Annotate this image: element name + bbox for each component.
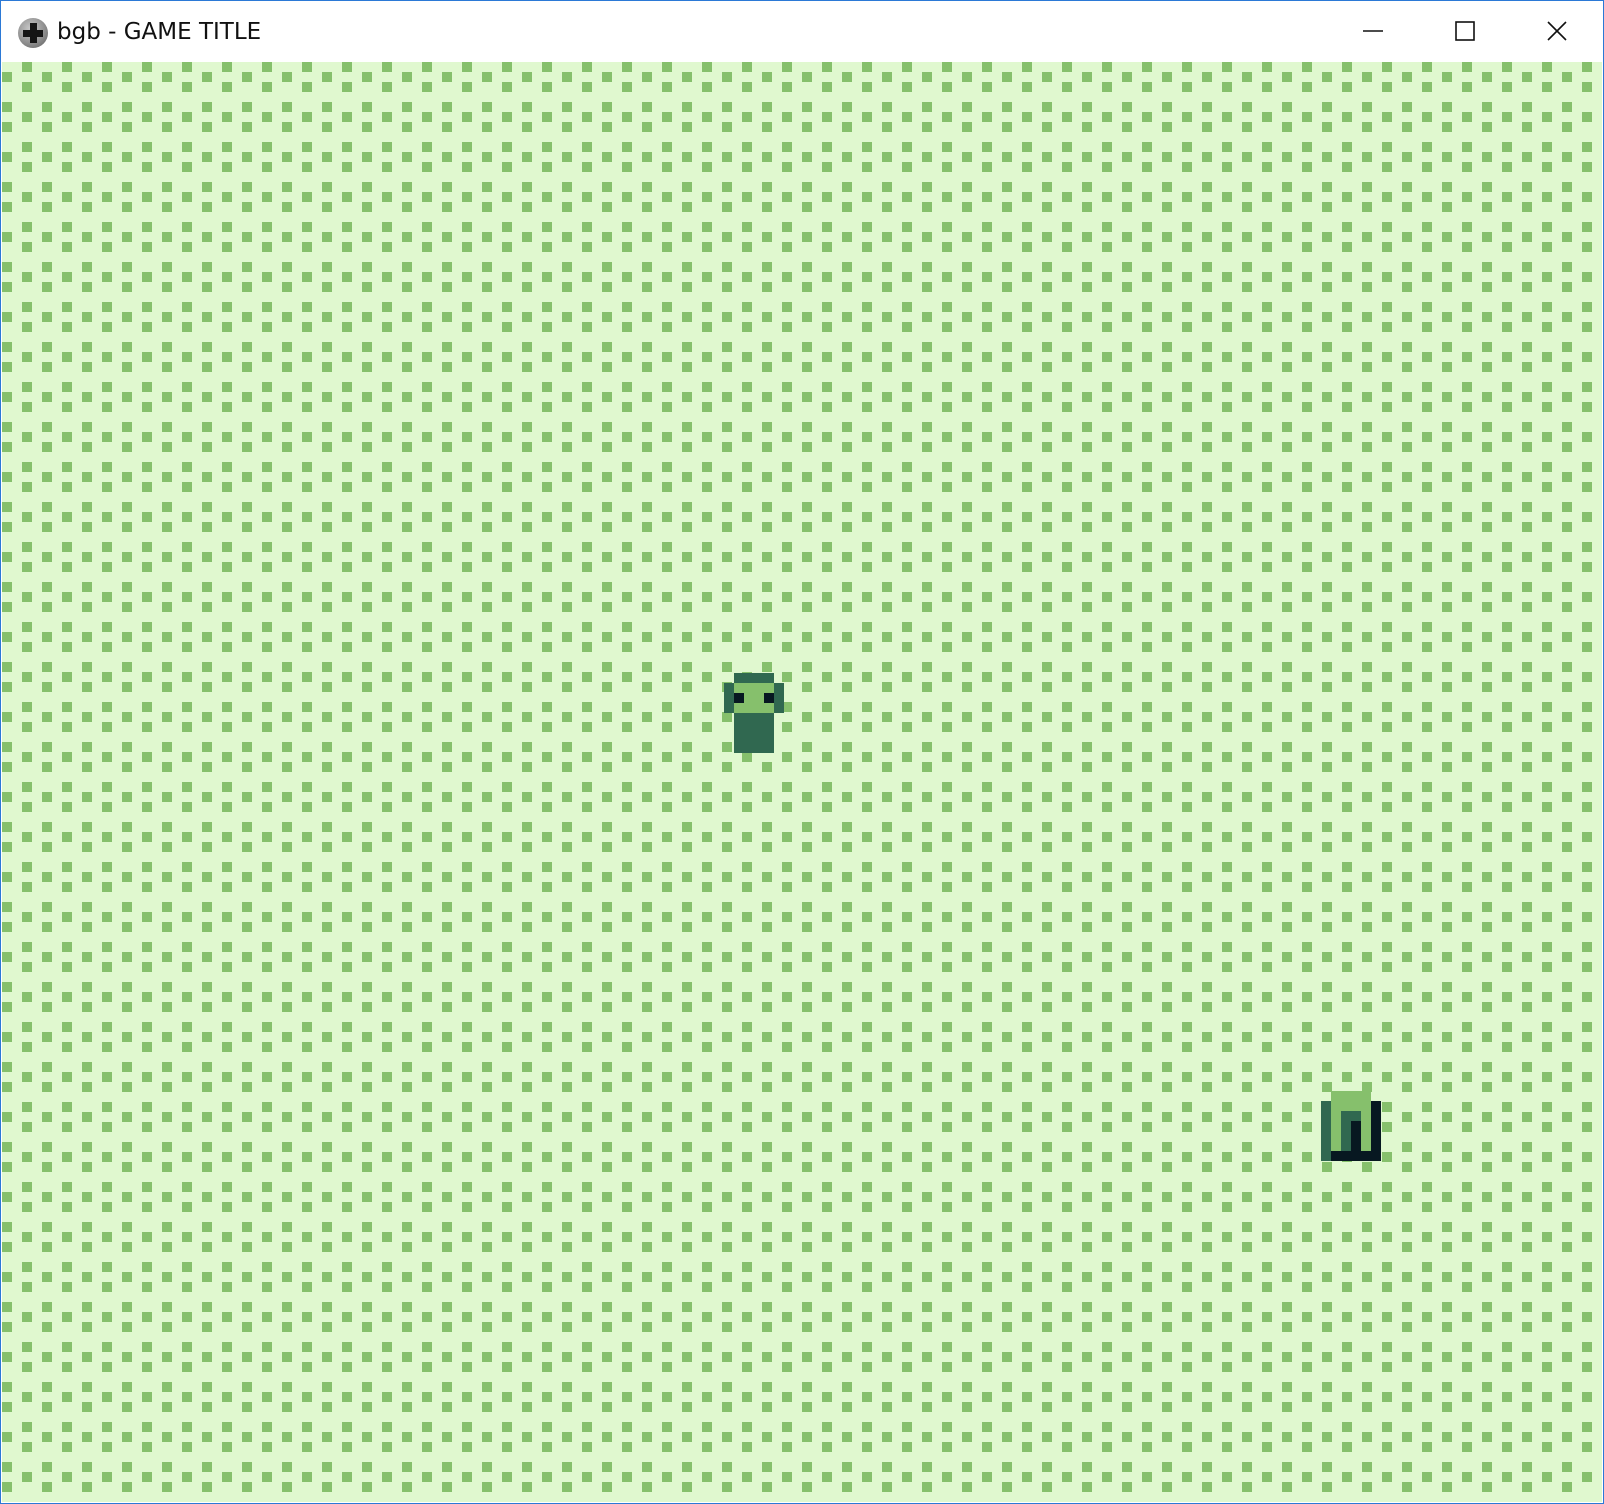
- emulator-window: bgb - GAME TITLE: [0, 0, 1604, 1504]
- minimize-button[interactable]: [1327, 1, 1419, 61]
- player-character-icon: [724, 673, 784, 753]
- title-bar[interactable]: bgb - GAME TITLE: [1, 1, 1603, 62]
- minimize-icon: [1363, 30, 1383, 32]
- close-icon: [1547, 21, 1567, 41]
- maximize-button[interactable]: [1419, 1, 1511, 61]
- door-item-icon: [1321, 1091, 1381, 1161]
- window-title: bgb - GAME TITLE: [57, 19, 262, 45]
- game-screen[interactable]: [2, 62, 1602, 1502]
- maximize-icon: [1455, 21, 1475, 41]
- grass-background: [2, 62, 1602, 1502]
- gamepad-dpad-icon[interactable]: [18, 18, 48, 48]
- close-button[interactable]: [1511, 1, 1603, 61]
